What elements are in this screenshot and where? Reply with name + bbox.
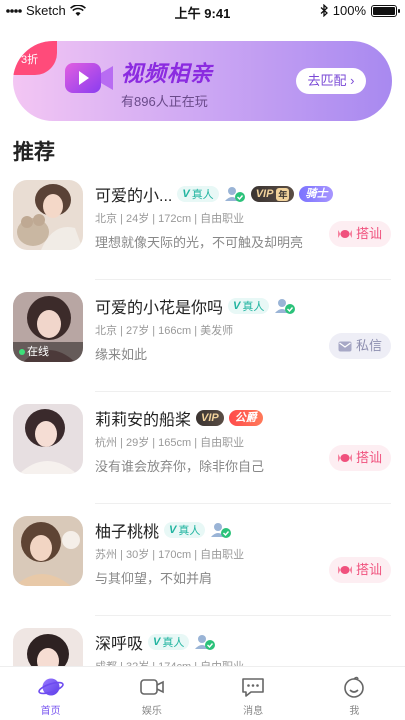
discount-tag: 3折 [13,41,57,75]
planet-icon [37,678,64,696]
real-person-badge: V 真人 [164,522,206,538]
candy-icon [337,454,352,462]
list-item[interactable]: 可爱的小... V 真人 VIP 年 骑士 北京 | 24岁 | 172cm | 自… [0,168,405,280]
online-badge: 在线 [13,342,83,362]
real-person-badge: V 真人 [228,298,270,314]
smile-face-icon [344,676,365,698]
avatar[interactable]: 在线 [13,292,83,362]
user-name: 深呼吸 [95,636,144,653]
user-name: 莉莉安的船桨 [95,412,192,429]
real-person-badge: V 真人 [148,634,190,650]
tab-bar: 首页 娱乐 消息 我 [0,666,405,720]
list-item[interactable]: 在线 可爱的小花是你吗 V 真人 北京 | 27岁 | 166cm | 美发师 缘… [0,280,405,392]
chat-up-button[interactable]: 搭讪 [329,557,391,583]
banner-subtitle: 有896人正在玩 [121,94,208,109]
status-bar: Sketch 上午 9:41 100% [0,0,405,22]
user-signature: 与其仰望，不如并肩 [95,571,213,586]
banner-title: 视频相亲 [121,61,214,86]
envelope-icon [338,341,352,351]
chat-up-button[interactable]: 搭讪 [329,221,391,247]
user-name: 可爱的小花是你吗 [95,300,224,317]
user-info: 杭州 | 29岁 | 165cm | 自由职业 [95,437,245,449]
user-signature: 没有谁会放弃你，除非你自己 [95,459,265,474]
avatar[interactable] [13,516,83,586]
user-signature: 理想就像天际的光，不可触及却明亮 [95,235,304,250]
online-dot-icon [19,349,25,355]
battery-percent: 100% [332,3,366,18]
bluetooth-icon [320,4,328,17]
match-button[interactable]: 去匹配 › [296,68,366,94]
vip-badge: VIP 年 [250,186,295,202]
user-name: 可爱的小... [95,188,173,205]
avatar[interactable] [13,180,83,250]
duke-badge: 公爵 [228,410,263,426]
user-info: 北京 | 24岁 | 172cm | 自由职业 [95,213,245,225]
video-camera-icon [140,679,164,695]
battery-level [373,6,395,15]
knight-badge: 骑士 [299,186,334,202]
list-item[interactable]: 莉莉安的船桨 VIP 公爵 杭州 | 29岁 | 165cm | 自由职业 没有… [0,392,405,504]
list-item[interactable]: 柚子桃桃 V 真人 苏州 | 30岁 | 170cm | 自由职业 与其仰望，不如… [0,504,405,616]
real-person-badge: V 真人 [177,186,219,202]
tab-me[interactable]: 我 [304,667,405,720]
tab-messages[interactable]: 消息 [203,667,304,720]
avatar[interactable] [13,404,83,474]
tab-entertainment[interactable]: 娱乐 [101,667,202,720]
vip-badge: VIP [196,410,224,426]
tab-home[interactable]: 首页 [0,667,101,720]
chat-bubble-icon [242,678,264,697]
verified-icon [275,299,296,314]
user-info: 北京 | 27岁 | 166cm | 美发师 [95,325,234,337]
match-button-label: 去匹配 [307,73,347,88]
chat-up-button[interactable]: 搭讪 [329,445,391,471]
video-match-banner[interactable]: 3折 视频相亲 有896人正在玩 去匹配 › [13,41,392,121]
user-info: 苏州 | 30岁 | 170cm | 自由职业 [95,549,245,561]
video-camera-icon [65,63,113,93]
verified-icon [211,523,232,538]
section-title: 推荐 [13,141,55,164]
verified-icon [195,635,216,650]
candy-icon [337,230,352,238]
battery-icon [371,4,400,17]
message-button[interactable]: 私信 [329,333,391,359]
user-name: 柚子桃桃 [95,524,160,541]
user-signature: 缘来如此 [95,347,148,362]
verified-icon [224,187,245,202]
chevron-right-icon: › [350,73,355,88]
home-screen: Sketch 上午 9:41 100% 3折 视频相亲 有896人正在玩 去匹配… [0,0,405,720]
candy-icon [337,566,352,574]
